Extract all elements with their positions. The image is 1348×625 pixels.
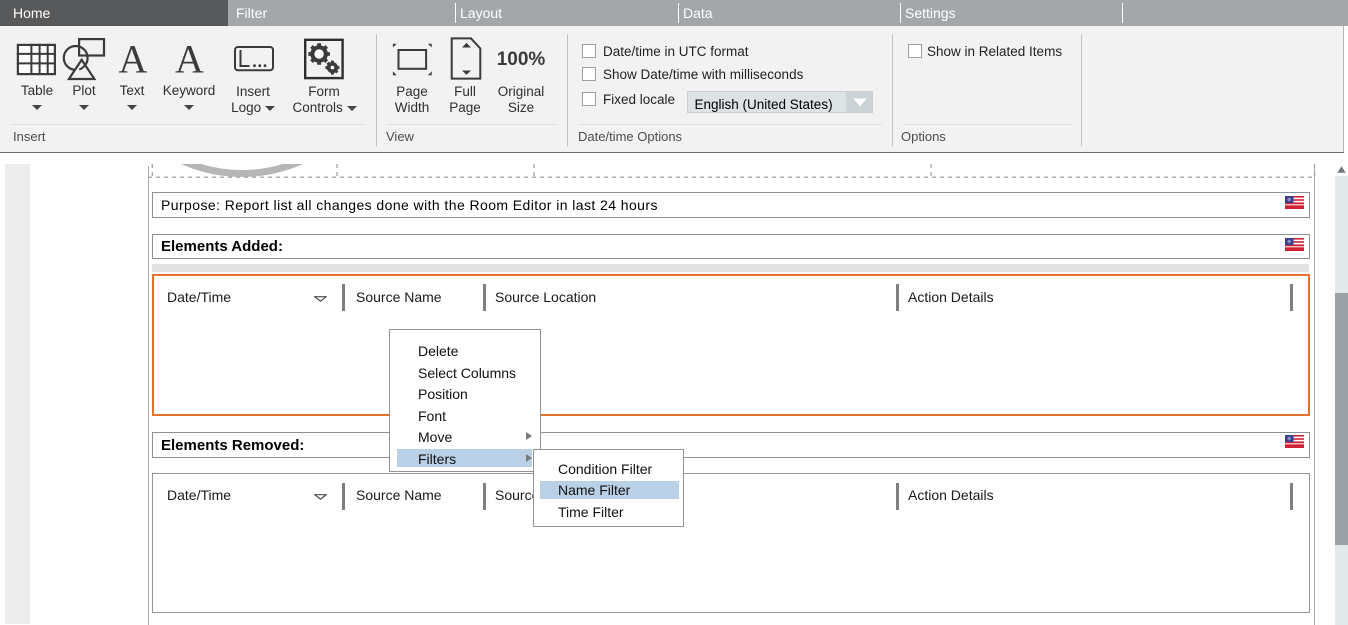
svg-text:A: A (175, 36, 204, 81)
svg-text:A: A (119, 36, 148, 81)
svg-text:100%: 100% (497, 49, 546, 70)
